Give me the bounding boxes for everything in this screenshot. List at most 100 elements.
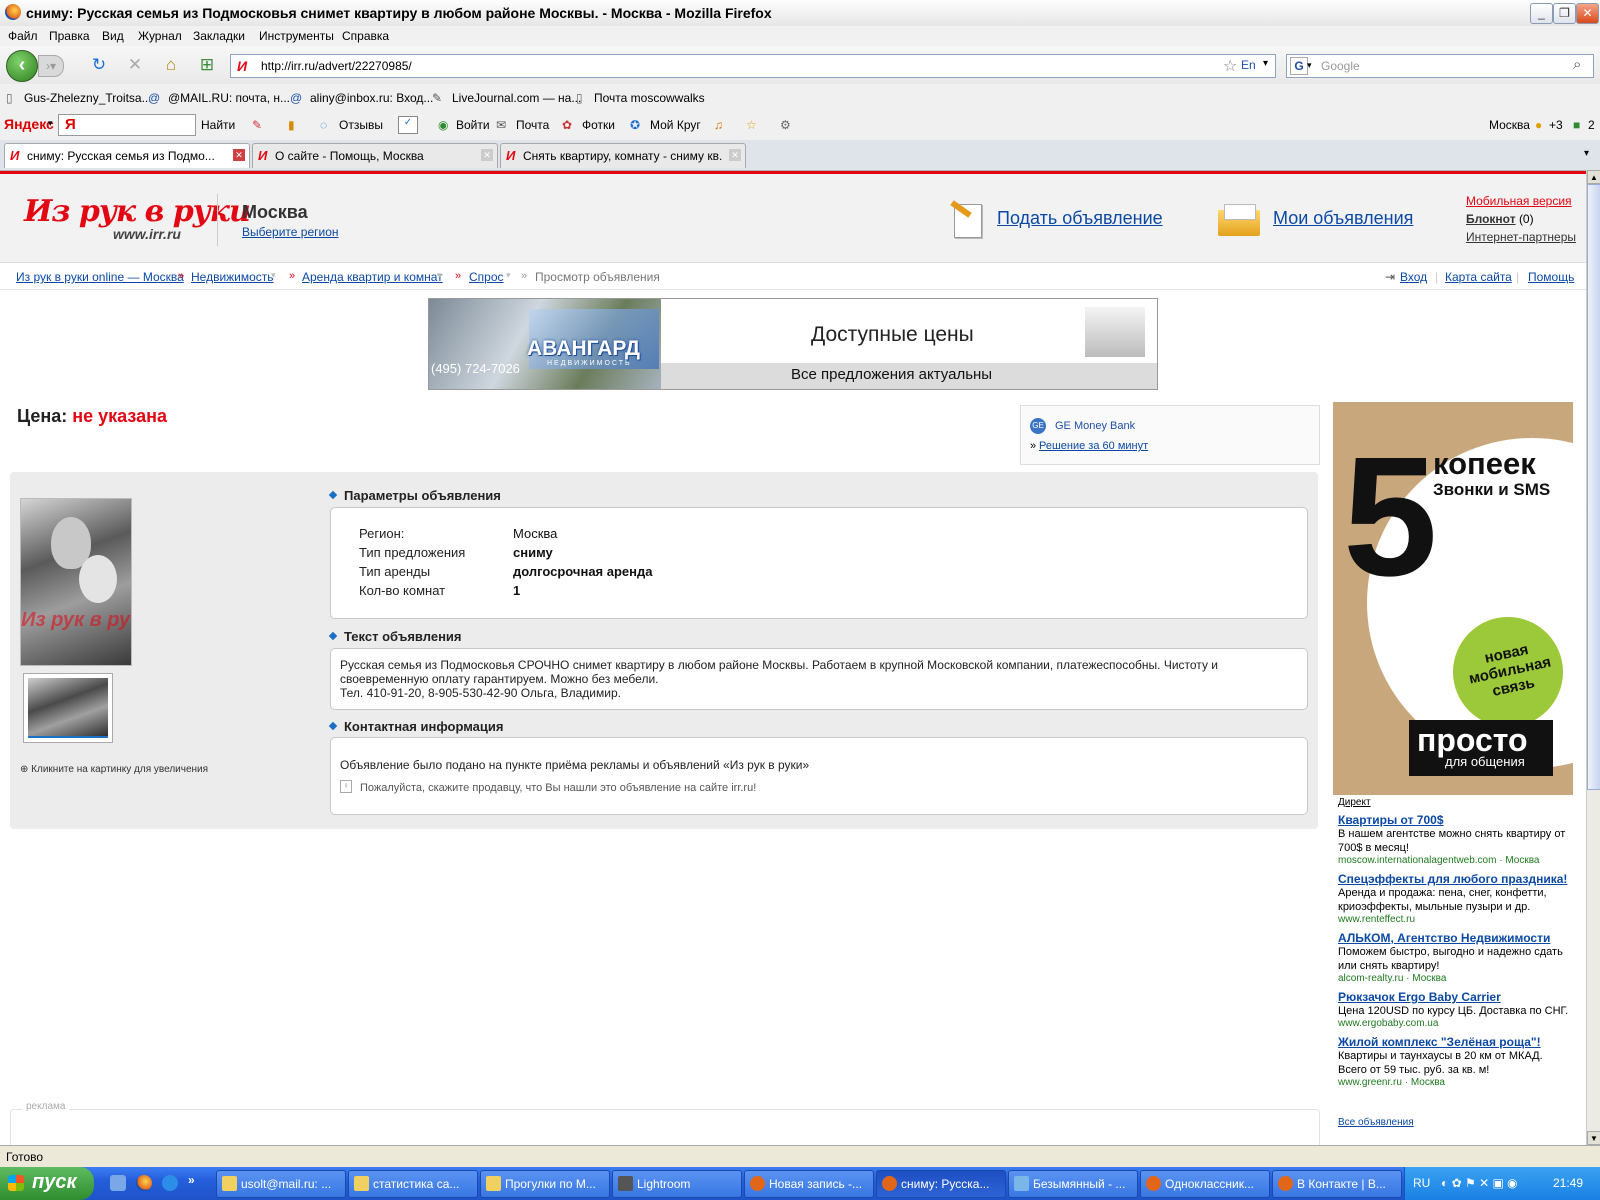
- menu-help[interactable]: Справка: [342, 29, 389, 43]
- menu-edit[interactable]: Правка: [49, 29, 90, 43]
- favorites-star-icon[interactable]: ☆: [746, 118, 757, 132]
- help-link[interactable]: Помощь: [1528, 270, 1574, 284]
- search-input[interactable]: Google: [1321, 59, 1360, 73]
- music-icon[interactable]: ♫: [714, 118, 723, 132]
- taskbar-item[interactable]: Новая запись -...: [744, 1170, 874, 1198]
- menu-tools[interactable]: Инструменты: [259, 29, 334, 43]
- ad-thumbnail[interactable]: [23, 673, 113, 743]
- yandex-dropdown-icon[interactable]: ▾: [48, 118, 53, 129]
- bookmark-item[interactable]: LiveJournal.com — на...: [452, 91, 581, 105]
- close-tab-icon[interactable]: ✕: [729, 149, 741, 161]
- close-tab-icon[interactable]: ✕: [481, 149, 493, 161]
- start-button[interactable]: пуск: [0, 1167, 94, 1200]
- quicklaunch-more-icon[interactable]: »: [188, 1173, 195, 1187]
- chevron-down-icon[interactable]: ▾: [506, 270, 511, 281]
- direct-ad-title[interactable]: Спецэффекты для любого праздника!: [1338, 872, 1574, 886]
- direct-ad-title[interactable]: Квартиры от 700$: [1338, 813, 1574, 827]
- chevron-down-icon[interactable]: ▾: [271, 270, 276, 281]
- breadcrumb-home[interactable]: Из рук в руки online — Москва: [16, 270, 184, 284]
- mobile-version-link[interactable]: Мобильная версия: [1466, 194, 1572, 208]
- forward-arrow-icon[interactable]: ›▾: [38, 55, 64, 77]
- direct-ad-url[interactable]: www.renteffect.ru: [1338, 914, 1415, 925]
- direct-ad-title[interactable]: АЛЬКОМ, Агентство Недвижимости: [1338, 931, 1574, 945]
- notepad-link[interactable]: Блокнот: [1466, 212, 1516, 226]
- back-arrow-icon[interactable]: ‹: [6, 50, 38, 82]
- tab-current[interactable]: И сниму: Русская семья из Подмо... ✕: [4, 143, 250, 168]
- bookmark-item[interactable]: @MAIL.RU: почта, н...: [168, 91, 290, 105]
- yandex-search-input[interactable]: Я: [58, 114, 196, 136]
- direct-ad-url[interactable]: www.greenr.ru: [1338, 1077, 1402, 1088]
- site-logo[interactable]: Из рук в руки: [24, 194, 251, 229]
- direct-all-link[interactable]: Все объявления: [1338, 1117, 1414, 1128]
- login-link[interactable]: Вход: [1400, 270, 1427, 284]
- close-window-button[interactable]: ✕: [1576, 3, 1599, 24]
- tab-about[interactable]: И О сайте - Помощь, Москва ✕: [252, 143, 498, 168]
- url-dropdown-icon[interactable]: ▾: [1263, 58, 1268, 69]
- spellcheck-icon[interactable]: ✓: [398, 116, 418, 134]
- ad-main-photo[interactable]: Из рук в руки: [20, 498, 132, 666]
- yandex-mail[interactable]: Почта: [516, 118, 549, 132]
- direct-label[interactable]: Директ: [1338, 797, 1371, 808]
- search-bar[interactable]: G ▾ Google ⌕: [1286, 54, 1594, 78]
- weather-temp[interactable]: +3: [1549, 118, 1563, 132]
- address-url[interactable]: http://irr.ru/advert/22270985/: [261, 59, 412, 73]
- maximize-button[interactable]: ❐: [1553, 3, 1576, 24]
- quicklaunch-desktop-icon[interactable]: [110, 1175, 126, 1191]
- taskbar-item[interactable]: статистика са...: [348, 1170, 478, 1198]
- partners-link[interactable]: Интернет-партнеры: [1466, 230, 1576, 244]
- ge-link[interactable]: Решение за 60 минут: [1039, 440, 1148, 452]
- bookmark-item[interactable]: aliny@inbox.ru: Вход...: [310, 91, 433, 105]
- submit-ad-notepad-icon[interactable]: [950, 200, 984, 238]
- breadcrumb-realty[interactable]: Недвижимость: [191, 270, 274, 284]
- tab-rent[interactable]: И Снять квартиру, комнату - сниму кв... …: [500, 143, 746, 168]
- stop-icon[interactable]: ✕: [126, 56, 144, 74]
- marker-icon[interactable]: ✎: [252, 118, 262, 132]
- tab-list-dropdown-icon[interactable]: ▾: [1584, 148, 1589, 159]
- site-logo-url[interactable]: www.irr.ru: [113, 226, 181, 242]
- google-engine-icon[interactable]: G: [1290, 57, 1308, 75]
- scroll-thumb[interactable]: [1587, 184, 1600, 790]
- taskbar-item-active[interactable]: сниму: Русска...: [876, 1170, 1006, 1198]
- ge-money-ad[interactable]: GE GE Money Bank » Решение за 60 минут: [1020, 405, 1320, 465]
- scroll-down-arrow-icon[interactable]: ▼: [1587, 1131, 1600, 1145]
- star-bookmark-icon[interactable]: ☆: [1223, 56, 1237, 76]
- tray-icons[interactable]: ◐ ✿ ⚑ ✕ ▣ ◉: [1441, 1176, 1518, 1190]
- chevron-down-icon[interactable]: ▾: [437, 270, 442, 281]
- close-tab-icon[interactable]: ✕: [233, 149, 245, 161]
- taskbar-item[interactable]: Одноклассник...: [1140, 1170, 1270, 1198]
- taskbar-item[interactable]: usolt@mail.ru: ...: [216, 1170, 346, 1198]
- search-magnifier-icon[interactable]: ⌕: [1573, 56, 1581, 73]
- taskbar-item[interactable]: В Контакте | В...: [1272, 1170, 1402, 1198]
- menu-history[interactable]: Журнал: [138, 29, 182, 43]
- yandex-reviews[interactable]: Отзывы: [339, 118, 383, 132]
- quicklaunch-firefox-icon[interactable]: [136, 1175, 152, 1191]
- yandex-find-button[interactable]: Найти: [201, 118, 235, 132]
- quicklaunch-ie-icon[interactable]: [162, 1175, 178, 1191]
- ge-title[interactable]: GE Money Bank: [1055, 420, 1135, 432]
- address-bar[interactable]: И http://irr.ru/advert/22270985/ ☆ En ▾: [230, 54, 1276, 78]
- home-icon[interactable]: ⌂: [162, 56, 180, 74]
- settings-gear-icon[interactable]: ⚙: [780, 118, 791, 132]
- yandex-count[interactable]: 2: [1588, 118, 1595, 132]
- yandex-login[interactable]: Войти: [456, 118, 490, 132]
- direct-ad-url[interactable]: moscow.internationalagentweb.com: [1338, 855, 1496, 866]
- reload-icon[interactable]: ↻: [90, 56, 108, 74]
- yandex-mykrug[interactable]: Мой Круг: [650, 118, 701, 132]
- minimize-button[interactable]: _: [1530, 3, 1553, 24]
- choose-region-link[interactable]: Выберите регион: [242, 225, 339, 239]
- direct-ad-title[interactable]: Жилой комплекс "Зелёная роща"!: [1338, 1035, 1574, 1049]
- bookmark-item[interactable]: Gus-Zhelezny_Troitsa...: [24, 91, 152, 105]
- breadcrumb-rent[interactable]: Аренда квартир и комнат: [302, 270, 443, 284]
- yandex-photos[interactable]: Фотки: [582, 118, 615, 132]
- signal-bars-icon[interactable]: ▮: [288, 118, 295, 132]
- direct-ad-title[interactable]: Рюкзачок Ergo Baby Carrier: [1338, 990, 1574, 1004]
- direct-ad-url[interactable]: www.ergobaby.com.ua: [1338, 1018, 1438, 1029]
- vertical-scrollbar[interactable]: ▲ ▼: [1586, 170, 1600, 1145]
- taskbar-item[interactable]: Прогулки по М...: [480, 1170, 610, 1198]
- sitemap-link[interactable]: Карта сайта: [1445, 270, 1512, 284]
- my-ads-link[interactable]: Мои объявления: [1273, 208, 1413, 229]
- language-indicator[interactable]: RU: [1413, 1176, 1430, 1190]
- add-bookmark-icon[interactable]: ⊞: [198, 56, 216, 74]
- yandex-logo[interactable]: Яндекс: [4, 116, 54, 132]
- engine-dropdown-icon[interactable]: ▾: [1307, 60, 1312, 71]
